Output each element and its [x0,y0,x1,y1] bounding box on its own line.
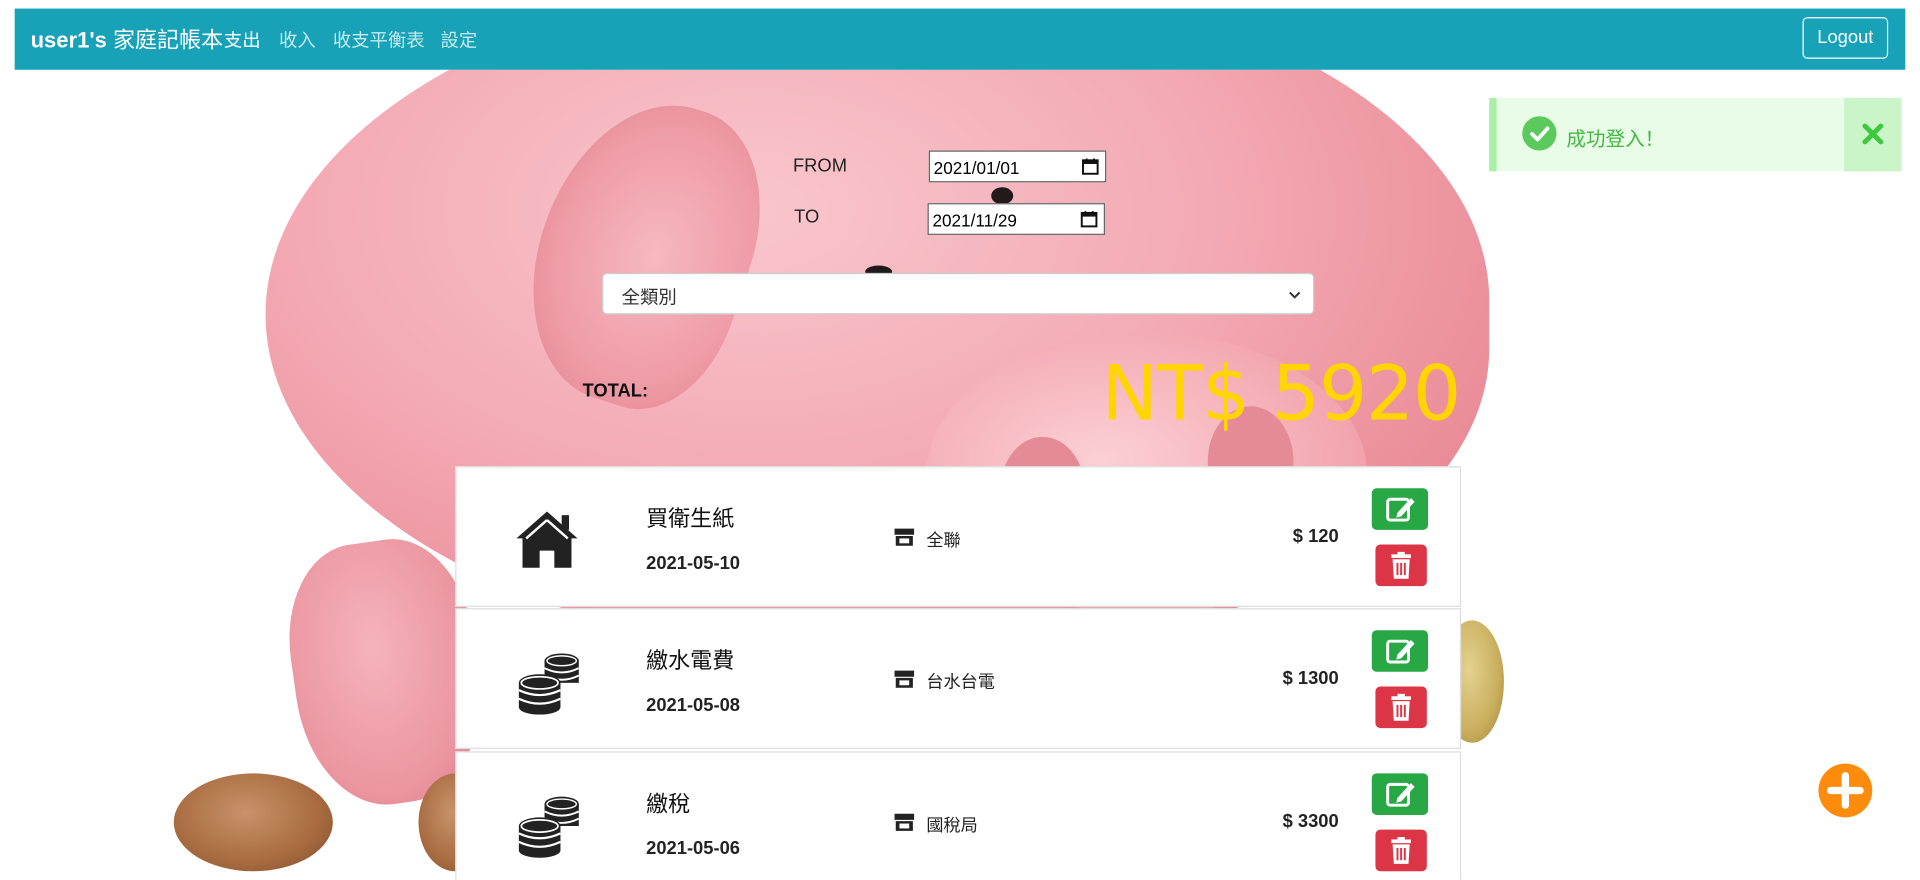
record-shop: 國稅局 [926,814,978,835]
record-title: 繳水電費 [646,648,735,674]
store-icon [894,528,915,546]
to-label: TO [794,206,820,228]
record-shop: 台水台電 [926,671,995,692]
record-card: 繳稅 2021-05-06 國稅局 $ 3300 [455,751,1462,880]
delete-button[interactable] [1375,544,1427,587]
edit-button[interactable] [1371,773,1429,815]
navbar: user1's 家庭記帳本 支出 收入 收支平衡表 設定 Logout [14,8,1906,70]
edit-button[interactable] [1371,488,1429,530]
close-icon [1862,123,1884,145]
to-date-value: 2021/11/29 [932,210,1017,231]
edit-icon [1386,639,1415,664]
nav-expense[interactable]: 支出 [224,27,261,53]
record-shop: 全聯 [926,529,961,550]
edit-icon [1386,497,1415,522]
nav-balance-sheet[interactable]: 收支平衡表 [333,27,425,53]
category-selected: 全類別 [621,287,677,309]
record-date: 2021-05-06 [646,838,741,860]
pig-eye [991,187,1014,205]
coins-icon [518,796,580,858]
nav-income[interactable]: 收入 [279,27,316,53]
success-alert: 成功登入！ [1489,97,1902,172]
record-date: 2021-05-10 [646,553,741,574]
coin [173,773,333,872]
trash-icon [1391,551,1411,579]
logout-button[interactable]: Logout [1802,17,1889,59]
alert-close-button[interactable] [1844,97,1902,172]
trash-icon [1391,693,1411,721]
brand[interactable]: user1's 家庭記帳本 [31,23,224,55]
category-select[interactable]: 全類別 [602,272,1315,315]
nav-settings[interactable]: 設定 [441,27,478,53]
record-card: 買衛生紙 2021-05-10 全聯 $ 120 [455,466,1462,607]
store-icon [894,813,915,831]
record-amount: $ 120 [1292,526,1339,547]
delete-button[interactable] [1375,829,1427,872]
alert-message: 成功登入！ [1566,129,1665,151]
check-circle-icon [1522,116,1557,151]
total-label: TOTAL: [582,380,649,402]
brand-user: user1's [30,28,107,53]
plus-icon [1826,772,1864,809]
calendar-icon[interactable] [1080,210,1098,228]
edit-icon [1386,782,1415,807]
store-icon [894,670,915,688]
record-title: 繳稅 [646,791,691,817]
record-card: 繳水電費 2021-05-08 台水台電 $ 1300 [455,608,1462,749]
from-date-value: 2021/01/01 [933,157,1020,178]
record-title: 買衛生紙 [646,506,735,532]
to-date-input[interactable]: 2021/11/29 [927,203,1106,235]
record-amount: $ 1300 [1282,668,1339,689]
total-value: NT$ 5920 [1101,348,1461,439]
add-record-button[interactable] [1818,763,1873,818]
calendar-icon[interactable] [1081,158,1099,175]
trash-icon [1391,837,1411,864]
record-amount: $ 3300 [1282,811,1339,833]
edit-button[interactable] [1371,630,1429,672]
from-label: FROM [792,155,848,177]
from-date-input[interactable]: 2021/01/01 [928,150,1107,183]
record-date: 2021-05-08 [646,695,741,716]
brand-title: 家庭記帳本 [113,28,224,53]
delete-button[interactable] [1375,686,1427,729]
home-icon [516,511,578,568]
chevron-down-icon [1289,291,1301,299]
coins-icon [518,653,580,715]
